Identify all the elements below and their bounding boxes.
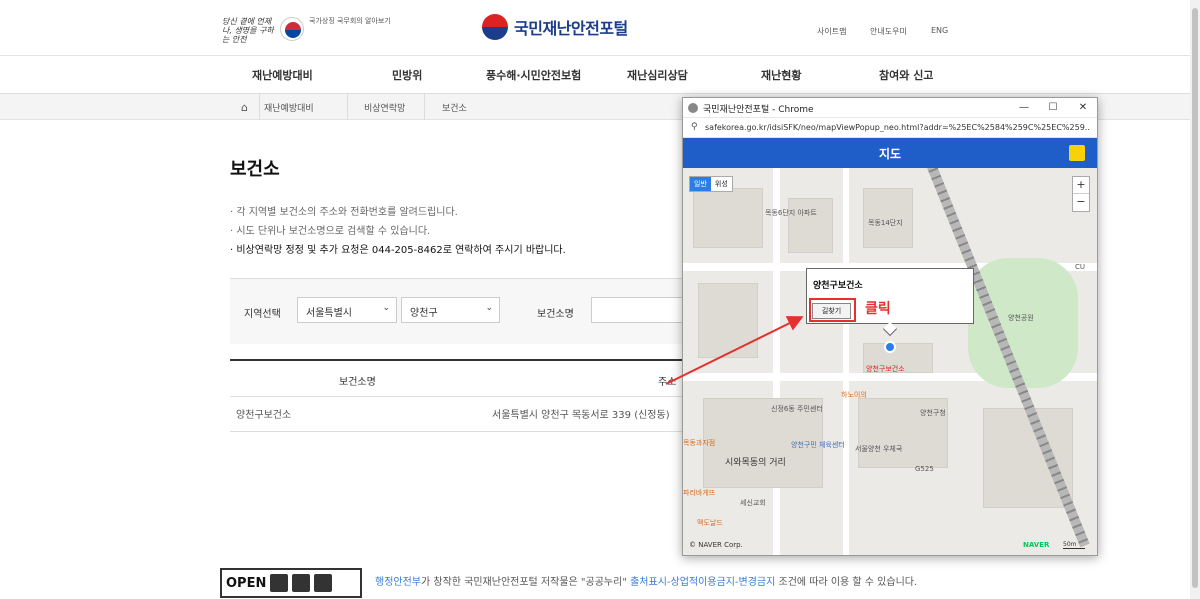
- sido-value: 서울특별시: [306, 308, 352, 319]
- zoom-control: + −: [1072, 176, 1090, 212]
- map-view[interactable]: 목동6단지 아파트 목동14단지 양천공원 신정6동 주민센터 양천구민 체육센…: [683, 168, 1097, 555]
- location-pin-icon[interactable]: [1069, 145, 1085, 161]
- nav-disaster-status[interactable]: 재난현황: [761, 67, 801, 83]
- kogl-open-text: OPEN: [226, 575, 267, 591]
- page-desc: · 시도 단위나 보건소명으로 검색할 수 있습니다.: [230, 226, 431, 237]
- nav-disaster-prevention[interactable]: 재난예방대비: [252, 67, 313, 83]
- location-marker-icon[interactable]: [884, 341, 896, 353]
- sigungu-value: 양천구: [410, 308, 438, 319]
- map-poi[interactable]: 신정6동 주민센터: [771, 404, 823, 414]
- page-scrollbar[interactable]: [1190, 0, 1200, 599]
- close-icon[interactable]: ✕: [1075, 100, 1091, 116]
- zoom-in-button[interactable]: +: [1073, 177, 1089, 194]
- marker-label: 양천구보건소: [866, 365, 905, 373]
- table-header: 보건소명: [339, 377, 376, 388]
- table-cell-name[interactable]: 양천구보건소: [236, 406, 291, 421]
- map-type-toggle[interactable]: 일반 위성: [689, 176, 733, 192]
- maximize-icon[interactable]: ☐: [1045, 100, 1061, 116]
- chevron-down-icon: ⌄: [382, 303, 390, 313]
- nav-report[interactable]: 참여와 신고: [879, 67, 933, 83]
- minimize-icon[interactable]: —: [1016, 100, 1032, 116]
- map-poi[interactable]: G525: [915, 465, 934, 473]
- util-sitemap[interactable]: 사이트맵: [817, 26, 846, 37]
- nav-counseling[interactable]: 재난심리상담: [627, 67, 688, 83]
- license-end: 조건에 따라 이용 할 수 있습니다.: [775, 577, 918, 588]
- map-poi[interactable]: 세신교회: [740, 498, 766, 508]
- nav-insurance[interactable]: 풍수해·시민안전보험: [486, 67, 581, 83]
- map-poi[interactable]: 양천구청: [920, 408, 946, 418]
- map-type-normal[interactable]: 일반: [690, 177, 711, 191]
- scrollbar-thumb[interactable]: [1192, 8, 1198, 588]
- map-copyright: © NAVER Corp.: [689, 541, 743, 549]
- popup-titlebar[interactable]: 국민재난안전포털 - Chrome — ☐ ✕: [683, 98, 1097, 118]
- map-poi[interactable]: 목동6단지 아파트: [765, 208, 817, 218]
- map-poi[interactable]: 하노이의: [841, 390, 867, 400]
- page-title: 보건소: [230, 159, 280, 180]
- map-poi[interactable]: 파리바게뜨: [683, 488, 715, 498]
- breadcrumb-item[interactable]: 비상연락망: [364, 101, 405, 114]
- chevron-down-icon: ⌄: [485, 303, 493, 313]
- zoom-out-button[interactable]: −: [1073, 194, 1089, 211]
- table-cell-address: 서울특별시 양천구 목동서로 339 (신정동): [492, 410, 670, 421]
- map-poi[interactable]: 목동14단지: [868, 218, 903, 228]
- name-label: 보건소명: [537, 309, 574, 320]
- license-org[interactable]: 행정안전부: [375, 577, 421, 588]
- chrome-icon: [688, 103, 698, 113]
- popup-address-bar[interactable]: ⚲ safekorea.go.kr/idsiSFK/neo/mapViewPop…: [683, 118, 1097, 138]
- util-eng[interactable]: ENG: [931, 26, 948, 35]
- breadcrumb-current: 보건소: [442, 104, 467, 114]
- popup-header: 지도: [683, 138, 1097, 168]
- click-annotation: 클릭: [865, 301, 891, 317]
- search-form: 지역선택 서울특별시 ⌄ 양천구 ⌄ 보건소명: [230, 278, 691, 344]
- slogan: 당신 곁에 언제나, 생명을 구하는 안전: [222, 17, 274, 44]
- breadcrumb-item[interactable]: 재난예방대비: [264, 101, 314, 114]
- map-poi[interactable]: 양천구민 체육센터: [791, 440, 845, 450]
- kogl-badge: OPEN: [220, 568, 362, 598]
- sigungu-select[interactable]: 양천구 ⌄: [401, 297, 500, 323]
- noderivs-icon: [314, 574, 333, 592]
- popup-window-title: 국민재난안전포털 - Chrome: [703, 105, 814, 115]
- page-desc: · 비상연락망 정정 및 추가 요청은 044-205-8462로 연락하여 주…: [230, 245, 566, 256]
- map-type-satellite[interactable]: 위성: [711, 177, 732, 191]
- map-poi[interactable]: 맥도날드: [697, 518, 723, 528]
- popup-header-title: 지도: [878, 147, 902, 161]
- logo-emblem-icon: [482, 14, 508, 40]
- info-name: 양천구보건소: [813, 281, 863, 291]
- map-poi[interactable]: 시와목동의 거리: [725, 455, 786, 468]
- home-icon[interactable]: ⌂: [230, 94, 260, 120]
- logo-text: 국민재난안전포털: [514, 19, 628, 38]
- license-type-link[interactable]: 출처표시-상업적이용금지-변경금지: [630, 577, 775, 588]
- health-center-name-input[interactable]: [591, 297, 691, 323]
- region-label: 지역선택: [244, 309, 281, 320]
- site-header: 당신 곁에 언제나, 생명을 구하는 안전 국가상징 국무회의 알아보기 국민재…: [0, 0, 1200, 56]
- noncommercial-icon: [292, 574, 311, 592]
- taegukgi-icon[interactable]: [280, 17, 304, 41]
- main-nav: 재난예방대비 민방위 풍수해·시민안전보험 재난심리상담 재난현황 참여와 신고: [0, 56, 1200, 94]
- map-poi[interactable]: CU: [1075, 263, 1085, 271]
- license-mid: 가 창작한 국민재난안전포털 저작물은 "공공누리": [421, 577, 631, 588]
- util-guide[interactable]: 안내도우미: [870, 26, 907, 37]
- map-poi[interactable]: 목동과자점: [683, 438, 715, 448]
- license-text: 행정안전부가 창작한 국민재난안전포털 저작물은 "공공누리" 출처표시-상업적…: [375, 573, 917, 588]
- page-desc: · 각 지역별 보건소의 주소와 전화번호를 알려드립니다.: [230, 207, 458, 218]
- map-poi[interactable]: 양천공원: [1008, 313, 1034, 323]
- sido-select[interactable]: 서울특별시 ⌄: [297, 297, 397, 323]
- site-info-icon[interactable]: ⚲: [691, 122, 698, 132]
- attribution-icon: [270, 574, 289, 592]
- map-popup-window: 국민재난안전포털 - Chrome — ☐ ✕ ⚲ safekorea.go.k…: [682, 97, 1098, 556]
- gov-symbol-link[interactable]: 국가상징 국무회의 알아보기: [309, 17, 391, 25]
- site-logo[interactable]: 국민재난안전포털: [482, 14, 628, 40]
- naver-logo: NAVER: [1023, 541, 1050, 549]
- table-header: 주소: [658, 377, 677, 388]
- nav-civil-defense[interactable]: 민방위: [392, 67, 422, 83]
- map-scale: 50m: [1063, 541, 1085, 549]
- popup-url: safekorea.go.kr/idsiSFK/neo/mapViewPopup…: [705, 123, 1090, 132]
- highlight-box: [809, 298, 856, 322]
- map-poi[interactable]: 서울양천 우체국: [855, 444, 902, 454]
